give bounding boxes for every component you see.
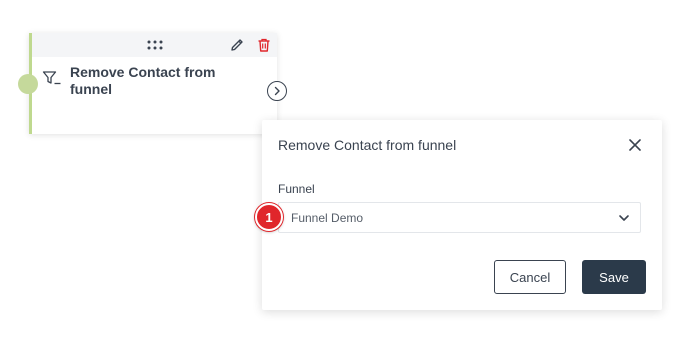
node-toolbar <box>32 33 277 57</box>
drag-handle-icon[interactable] <box>146 39 164 51</box>
funnel-select[interactable]: Funnel Demo <box>278 202 641 233</box>
save-button[interactable]: Save <box>582 260 646 294</box>
funnel-select-value: Funnel Demo <box>291 211 364 225</box>
step-marker-badge: 1 <box>255 203 283 231</box>
chevron-down-icon <box>619 215 629 221</box>
node-title: Remove Contact from funnel <box>70 64 216 97</box>
popup-title: Remove Contact from funnel <box>278 137 457 153</box>
funnel-field-label: Funnel <box>278 182 315 196</box>
trash-icon[interactable] <box>256 37 272 53</box>
node-settings-popup: Remove Contact from funnel Funnel Funnel… <box>262 120 662 310</box>
flow-node-card[interactable]: Remove Contact from funnel <box>29 33 277 134</box>
cancel-button[interactable]: Cancel <box>494 260 566 294</box>
close-icon[interactable] <box>628 138 642 152</box>
chevron-right-icon <box>274 86 280 96</box>
filter-icon <box>42 71 61 85</box>
node-input-connector[interactable] <box>18 74 38 94</box>
node-output-connector[interactable] <box>267 81 287 101</box>
pencil-icon[interactable] <box>229 37 245 53</box>
